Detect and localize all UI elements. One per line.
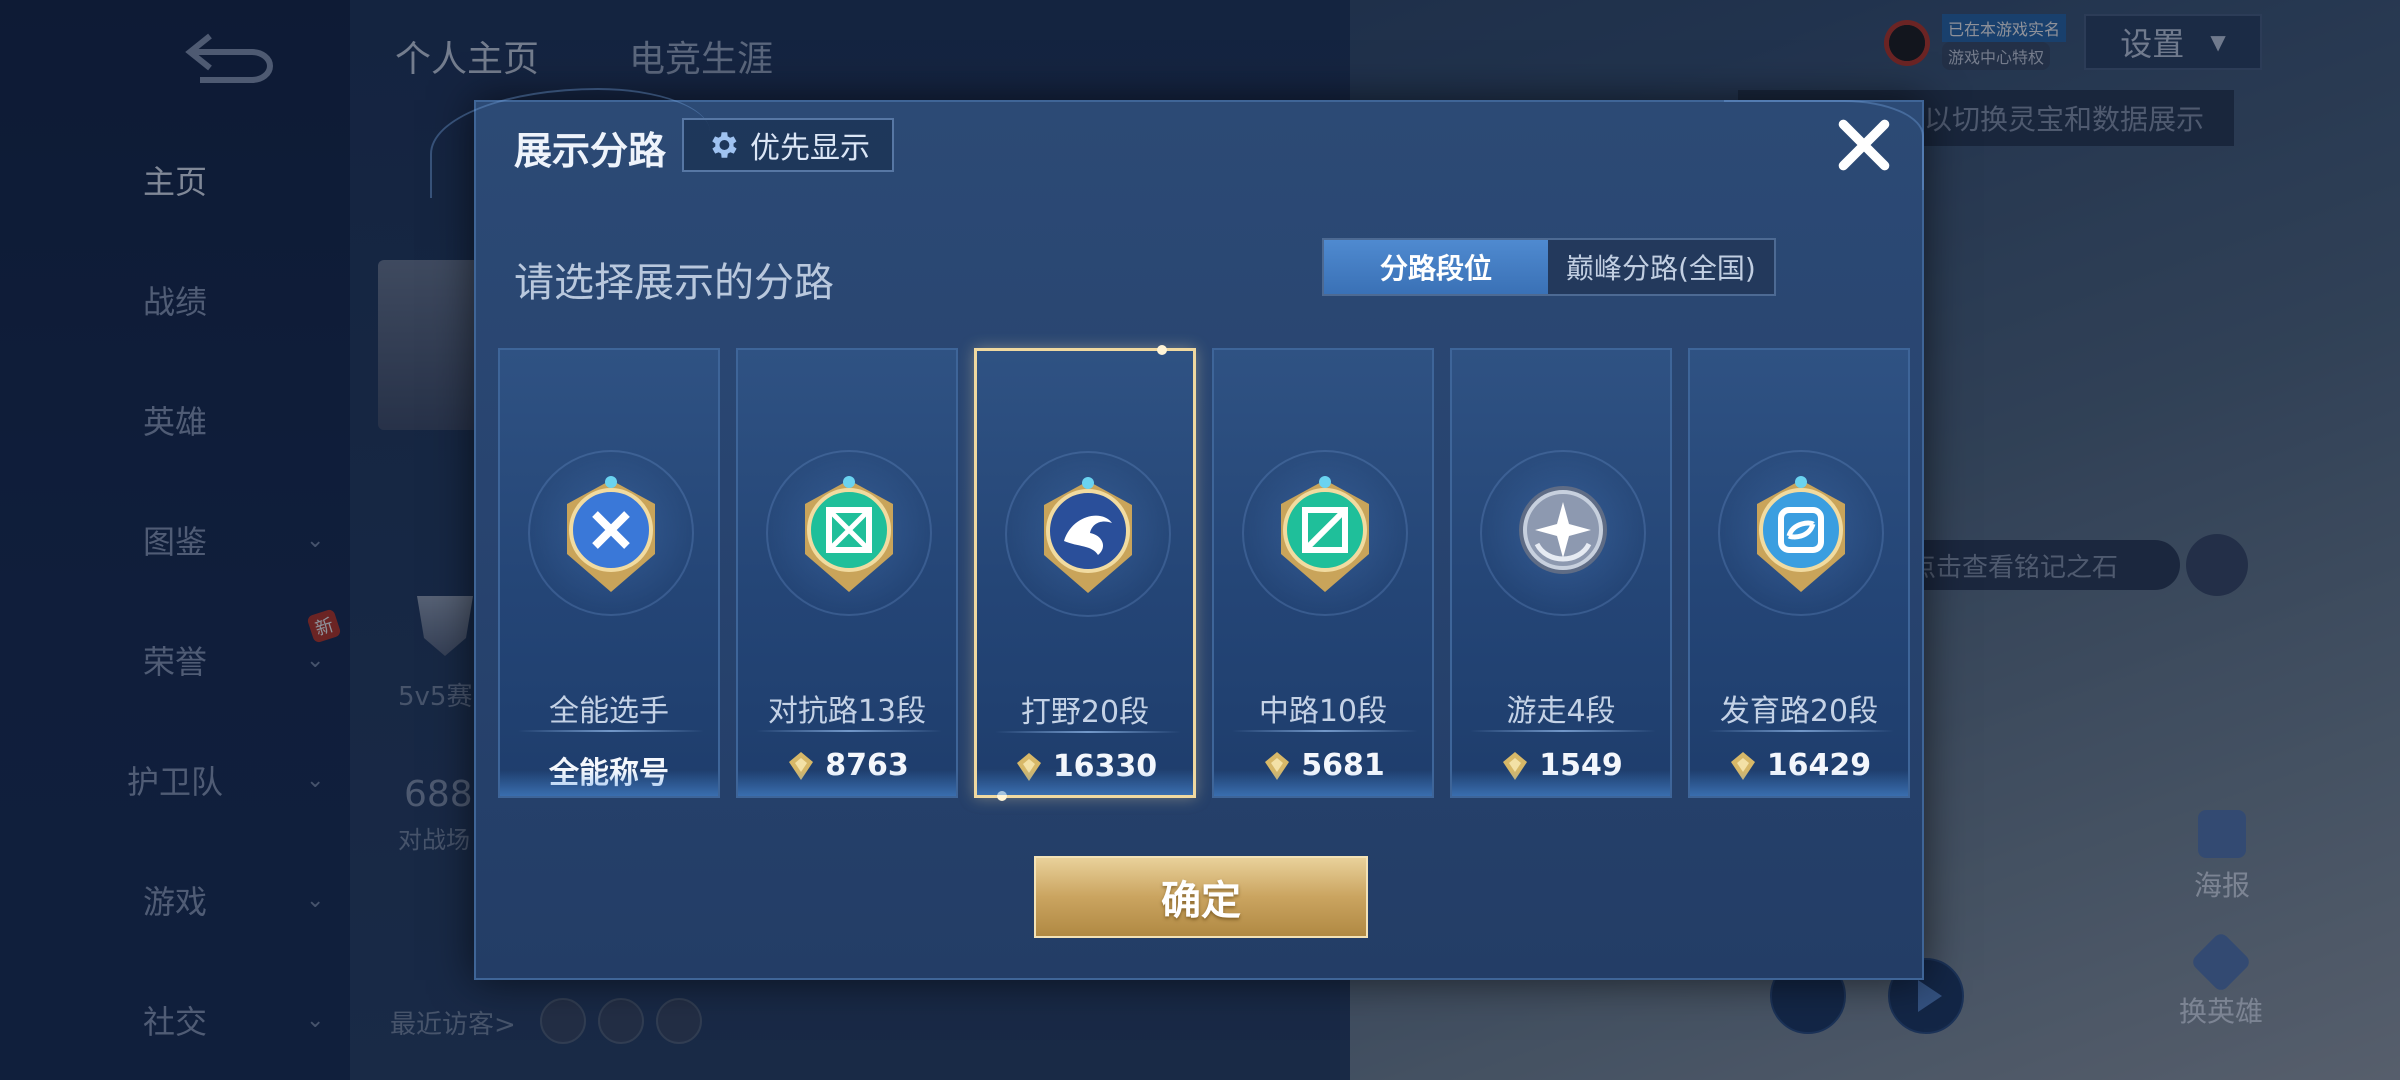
lane-name: 对抗路13段 <box>767 694 927 729</box>
close-button[interactable] <box>1831 112 1897 178</box>
card-glow <box>1452 770 1670 796</box>
divider <box>518 730 704 732</box>
close-icon <box>1838 119 1890 171</box>
priority-label: 优先显示 <box>750 131 870 166</box>
lane-card-jungle[interactable]: 打野20段 16330 <box>974 345 1196 801</box>
lane-card-all-round[interactable]: 全能选手 全能称号 <box>498 348 720 798</box>
modal-subtitle: 请选择展示的分路 <box>514 260 834 306</box>
rank-type-toggle: 分路段位 巅峰分路(全国) <box>1322 238 1776 296</box>
card-glow <box>1214 770 1432 796</box>
lane-name: 游走4段 <box>1506 694 1616 729</box>
gear-icon <box>712 132 737 158</box>
lane-card-mid[interactable]: 中路10段 5681 <box>1212 348 1434 798</box>
clash-lane-badge-icon <box>793 474 905 598</box>
tab-peak-lane[interactable]: 巅峰分路(全国) <box>1548 240 1774 294</box>
lane-name: 全能选手 <box>549 694 669 729</box>
lane-name: 打野20段 <box>1020 695 1150 730</box>
card-glow <box>738 770 956 796</box>
jungle-badge-icon <box>1032 475 1144 599</box>
modal-title: 展示分路 <box>514 129 667 173</box>
roam-badge-icon <box>1507 474 1619 598</box>
divider <box>1470 730 1656 732</box>
farm-lane-badge-icon <box>1745 474 1857 598</box>
mid-lane-badge-icon <box>1269 474 1381 598</box>
divider <box>1232 730 1418 732</box>
card-glow <box>500 770 718 796</box>
lane-card-clash[interactable]: 对抗路13段 8763 <box>736 348 958 798</box>
confirm-button[interactable]: 确定 <box>1034 856 1368 938</box>
lane-display-modal: 展示分路 优先显示 请选择展示的分路 分路段位 巅峰分路(全国) 全能选手 全能… <box>430 88 1924 980</box>
tab-lane-rank[interactable]: 分路段位 <box>1324 240 1548 294</box>
selection-dot <box>1157 345 1167 355</box>
lane-name: 中路10段 <box>1258 694 1388 729</box>
lane-card-roam[interactable]: 游走4段 1549 <box>1450 348 1672 798</box>
all-round-badge-icon <box>555 474 667 598</box>
divider <box>1708 730 1894 732</box>
divider <box>995 731 1181 733</box>
card-glow <box>977 769 1193 795</box>
lane-card-list: 全能选手 全能称号 对抗路13段 8763 <box>498 345 1910 801</box>
priority-display-button[interactable]: 优先显示 <box>682 118 894 172</box>
divider <box>756 730 942 732</box>
lane-card-farm[interactable]: 发育路20段 16429 <box>1688 348 1910 798</box>
lane-name: 发育路20段 <box>1719 694 1879 729</box>
card-glow <box>1690 770 1908 796</box>
